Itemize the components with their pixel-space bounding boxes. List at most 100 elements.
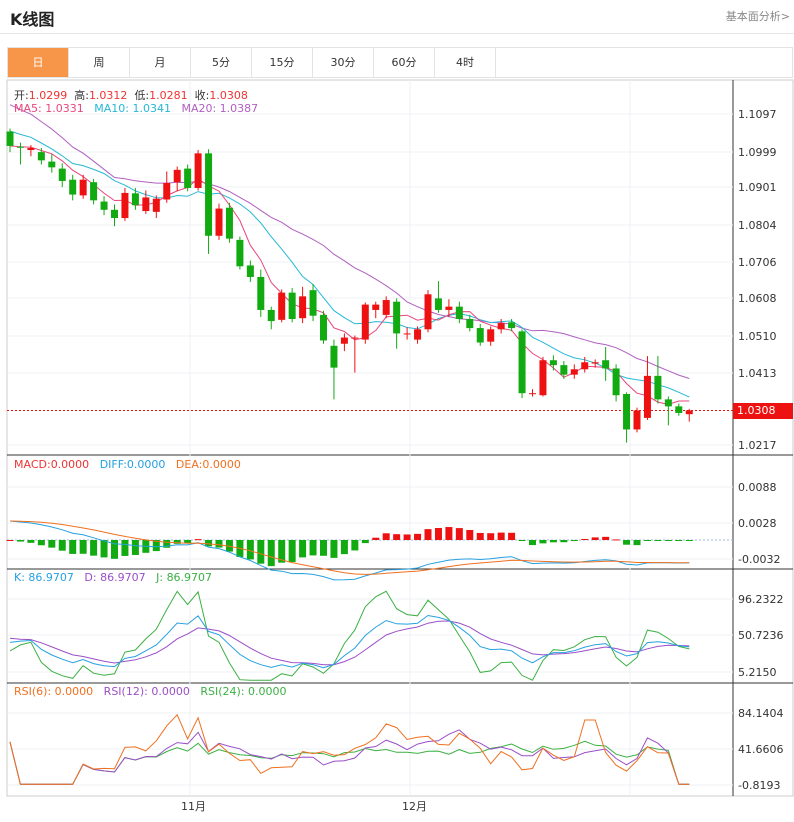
rsi-legend: RSI(6): 0.0000 RSI(12): 0.0000 RSI(24): … [14, 685, 286, 698]
macd-histogram-bar [267, 540, 275, 567]
j-value-label: J: 86.9707 [156, 571, 213, 584]
candle-body [654, 375, 662, 400]
candle-body [194, 153, 202, 188]
candle-body [215, 208, 223, 236]
candle-body [257, 276, 265, 310]
candle-body [236, 239, 244, 267]
chart-canvas[interactable] [0, 0, 794, 822]
macd-histogram-bar [330, 540, 338, 558]
rsi24-line [9, 740, 690, 785]
rsi-panel [9, 713, 690, 785]
candle-body [361, 304, 369, 340]
candle-body [37, 152, 45, 161]
close-label: 收: [194, 89, 210, 102]
candle-body [142, 197, 150, 212]
candle-body [58, 168, 66, 181]
macd-histogram-bar [434, 528, 442, 540]
price-tick: 1.0999 [738, 146, 777, 159]
kdj-tick: 50.7236 [738, 629, 784, 642]
candle-body [278, 292, 286, 320]
macd-histogram-bar [591, 537, 599, 540]
rsi-tick: -0.8193 [738, 779, 781, 792]
macd-histogram-bar [403, 534, 411, 540]
candle-body [466, 319, 474, 329]
d-line [9, 620, 690, 666]
macd-histogram-bar [476, 532, 484, 540]
rsi6-line [9, 713, 690, 785]
candle-body [643, 375, 651, 418]
macd-histogram-bar [633, 540, 641, 546]
macd-histogram-bar [664, 540, 672, 541]
macd-histogram-bar [90, 540, 98, 556]
candle-body [382, 300, 390, 315]
candle-body [299, 296, 307, 319]
macd-histogram-bar [257, 540, 265, 564]
candle-body [529, 393, 536, 395]
candle-body [48, 161, 56, 168]
candle-body [476, 328, 484, 343]
macd-histogram-bar [361, 540, 369, 544]
macd-tick: -0.0032 [738, 553, 781, 566]
candle-body [445, 306, 453, 310]
candle-body [309, 290, 317, 316]
macd-histogram-bar [320, 540, 327, 556]
macd-histogram-bar [351, 540, 359, 551]
rsi24-value-label: RSI(24): 0.0000 [200, 685, 287, 698]
ma5-legend: MA5: 1.0331 [14, 102, 84, 115]
macd-histogram-bar [121, 540, 129, 556]
high-label: 高: [74, 89, 89, 102]
candle-body [581, 362, 589, 370]
macd-histogram-bar [48, 540, 56, 548]
kdj-panel [9, 590, 690, 681]
candle-body [633, 410, 641, 430]
candle-body [487, 329, 495, 342]
dea-value-label: DEA:0.0000 [175, 458, 241, 471]
kdj-tick: 96.2322 [738, 593, 784, 606]
macd-tick: 0.0028 [738, 517, 777, 530]
candle-body [623, 394, 631, 430]
candle-body [455, 306, 463, 320]
macd-histogram-bar [414, 533, 422, 540]
macd-histogram-bar [205, 540, 213, 547]
macd-histogram-bar [581, 539, 589, 541]
ohlc-legend: 开:1.0299 高:1.0312 低:1.0281 收:1.0308 [14, 87, 248, 103]
rsi12-value-label: RSI(12): 0.0000 [103, 685, 190, 698]
macd-histogram-bar [675, 540, 683, 541]
macd-histogram-bar [16, 540, 24, 542]
candle-body [173, 169, 181, 183]
candle-body [602, 360, 610, 369]
candle-body [612, 368, 620, 396]
macd-histogram-bar [424, 529, 432, 540]
ma20-line [9, 104, 690, 379]
macd-histogram-bar [570, 540, 578, 542]
macd-histogram-bar [58, 540, 66, 551]
price-tick: 1.0510 [738, 330, 777, 343]
open-value: 1.0299 [28, 89, 68, 102]
candle-body [225, 207, 233, 239]
candle-body [434, 298, 442, 310]
macd-histogram-bar [79, 540, 87, 554]
macd-histogram-bar [100, 540, 108, 558]
macd-histogram-bar [372, 537, 380, 540]
macd-histogram-bar [529, 540, 536, 546]
macd-histogram-bar [445, 527, 453, 540]
ma20-legend: MA20: 1.0387 [181, 102, 259, 115]
macd-histogram-bar [393, 534, 401, 540]
macd-histogram-bar [340, 540, 348, 555]
candle-body [518, 331, 526, 394]
rsi-tick: 41.6606 [738, 743, 784, 756]
macd-histogram-bar [518, 540, 526, 541]
candle-body [340, 337, 348, 344]
candle-body [121, 192, 129, 219]
candle-body [393, 301, 401, 334]
high-value: 1.0312 [88, 89, 128, 102]
macd-histogram-bar [246, 540, 254, 560]
macd-histogram-bar [69, 540, 77, 554]
ma-legend: MA5: 1.0331 MA10: 1.0341 MA20: 1.0387 [14, 102, 258, 115]
price-tick: 1.0804 [738, 219, 777, 232]
candle-body [131, 193, 139, 206]
macd-histogram-bar [487, 533, 495, 540]
macd-histogram-bar [549, 540, 557, 543]
macd-histogram-bar [508, 532, 516, 540]
macd-histogram-bar [27, 540, 35, 543]
